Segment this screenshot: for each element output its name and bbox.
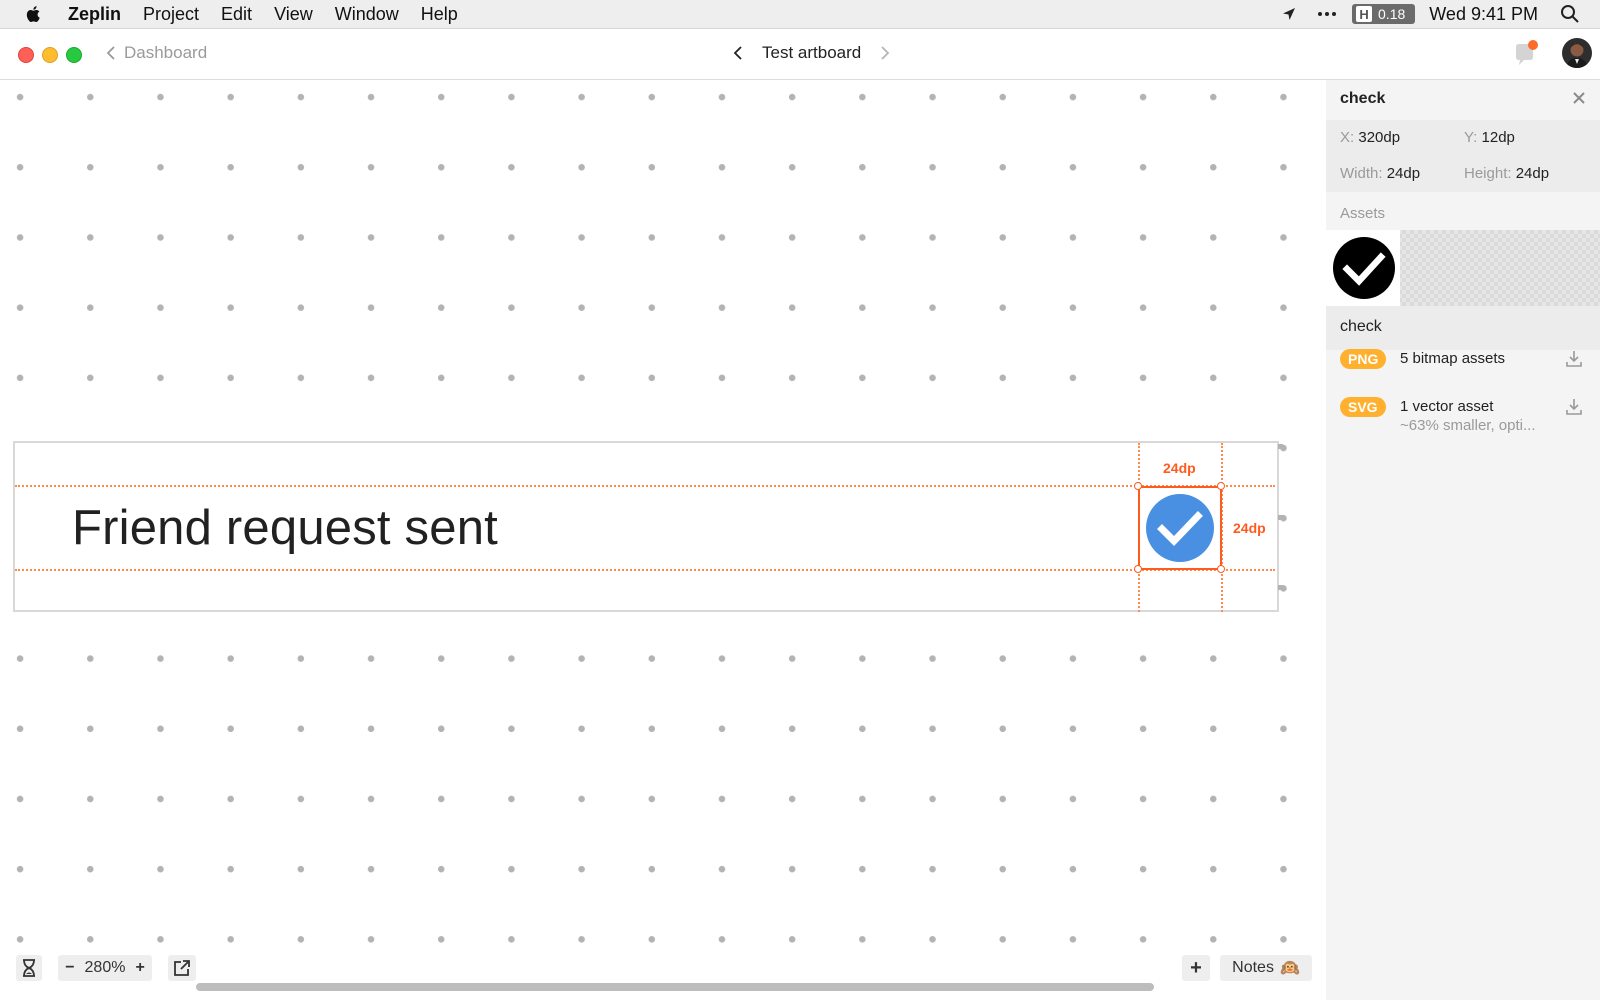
prop-width-value[interactable]: 24dp: [1387, 165, 1420, 182]
export-sublabel-svg: ~63% smaller, opti...: [1400, 417, 1536, 434]
previous-artboard-icon[interactable]: [730, 44, 748, 62]
selection-handle[interactable]: [1217, 482, 1225, 490]
prop-x-key: X:: [1340, 129, 1355, 146]
dashboard-back-link[interactable]: Dashboard: [106, 43, 207, 63]
status-badge[interactable]: H 0.18: [1352, 4, 1416, 24]
selection-handle[interactable]: [1134, 482, 1142, 490]
external-link-icon: [174, 960, 190, 976]
minimize-window-button[interactable]: [42, 47, 58, 63]
artboard-navigator: Test artboard: [716, 43, 907, 63]
format-badge-svg: SVG: [1340, 397, 1386, 417]
status-badge-letter: H: [1356, 6, 1373, 22]
asset-preview[interactable]: [1326, 230, 1600, 306]
menu-window[interactable]: Window: [335, 4, 399, 25]
open-external-button[interactable]: [168, 955, 196, 981]
close-icon[interactable]: [1570, 89, 1588, 107]
friend-request-text[interactable]: Friend request sent: [72, 500, 498, 556]
notes-button[interactable]: Notes 🙉: [1220, 955, 1312, 981]
window-titlebar: Dashboard Test artboard: [0, 29, 1600, 80]
dashboard-back-label: Dashboard: [124, 43, 208, 62]
download-icon[interactable]: [1564, 349, 1584, 369]
assets-heading: Assets: [1340, 205, 1386, 222]
zoom-out-button[interactable]: −: [65, 959, 74, 977]
height-measure-label: 24dp: [1233, 520, 1266, 536]
apple-icon[interactable]: [24, 4, 44, 24]
notes-emoji: 🙉: [1279, 960, 1300, 977]
layer-title: check: [1340, 90, 1386, 107]
search-icon[interactable]: [1560, 4, 1580, 24]
format-badge-png: PNG: [1340, 349, 1387, 369]
prop-height-key: Height:: [1464, 165, 1512, 182]
location-arrow-icon[interactable]: [1280, 5, 1298, 23]
notifications-icon[interactable]: [1510, 39, 1540, 69]
guide-line-top: [15, 485, 1275, 487]
inspector-panel: check X: 320dp Y: 12dp Width: 24dp Heigh…: [1326, 80, 1600, 1000]
export-row-png[interactable]: PNG 5 bitmap assets: [1326, 349, 1600, 397]
selection-handle[interactable]: [1217, 565, 1225, 573]
prop-width-key: Width:: [1340, 165, 1383, 182]
status-badge-value: 0.18: [1378, 6, 1406, 22]
export-label-png: 5 bitmap assets: [1400, 350, 1506, 367]
export-row-svg[interactable]: SVG 1 vector asset ~63% smaller, opti...: [1326, 397, 1600, 445]
export-label-svg: 1 vector asset: [1400, 398, 1494, 415]
prop-width: Width: 24dp: [1340, 165, 1420, 182]
menu-view[interactable]: View: [274, 4, 313, 25]
prop-y-value[interactable]: 12dp: [1482, 129, 1515, 146]
notes-label: Notes: [1232, 959, 1274, 976]
prop-x: X: 320dp: [1340, 129, 1400, 146]
menu-help[interactable]: Help: [421, 4, 458, 25]
canvas-grid-mark: [1278, 585, 1283, 590]
prop-y-key: Y:: [1464, 129, 1478, 146]
zoom-control: − 280% +: [58, 955, 152, 981]
layer-properties: X: 320dp Y: 12dp Width: 24dp Height: 24d…: [1326, 120, 1600, 192]
guide-line-bottom: [15, 569, 1275, 571]
menubar-clock[interactable]: Wed 9:41 PM: [1429, 4, 1538, 25]
menu-edit[interactable]: Edit: [221, 4, 252, 25]
download-icon[interactable]: [1564, 397, 1584, 417]
prop-height: Height: 24dp: [1464, 165, 1549, 182]
next-artboard-icon[interactable]: [875, 44, 893, 62]
more-dots-icon[interactable]: [1316, 5, 1338, 23]
zoom-in-button[interactable]: +: [135, 959, 144, 977]
zoom-window-button[interactable]: [66, 47, 82, 63]
canvas-grid-mark: [1278, 444, 1283, 449]
user-avatar[interactable]: [1562, 38, 1592, 68]
menu-project[interactable]: Project: [143, 4, 199, 25]
prop-y: Y: 12dp: [1464, 129, 1515, 146]
prop-x-value[interactable]: 320dp: [1358, 129, 1400, 146]
zoom-level: 280%: [84, 959, 126, 976]
menu-app-name[interactable]: Zeplin: [68, 4, 121, 25]
menu-bar: Zeplin Project Edit View Window Help H 0…: [0, 0, 1600, 29]
selection-handle[interactable]: [1134, 565, 1142, 573]
width-measure-label: 24dp: [1163, 460, 1196, 476]
close-window-button[interactable]: [18, 47, 34, 63]
chevron-left-icon: [106, 46, 115, 60]
check-circle-black-icon: [1333, 237, 1395, 299]
artboard-title: Test artboard: [762, 43, 862, 62]
history-button[interactable]: [16, 955, 42, 981]
add-note-button[interactable]: +: [1182, 955, 1210, 981]
canvas-grid-mark: [1278, 515, 1283, 520]
asset-name: check: [1340, 318, 1382, 335]
prop-height-value[interactable]: 24dp: [1516, 165, 1549, 182]
hourglass-icon: [23, 959, 35, 977]
check-circle-icon[interactable]: [1145, 493, 1215, 563]
asset-name-row: check: [1326, 306, 1600, 350]
horizontal-scrollbar[interactable]: [196, 983, 1154, 991]
